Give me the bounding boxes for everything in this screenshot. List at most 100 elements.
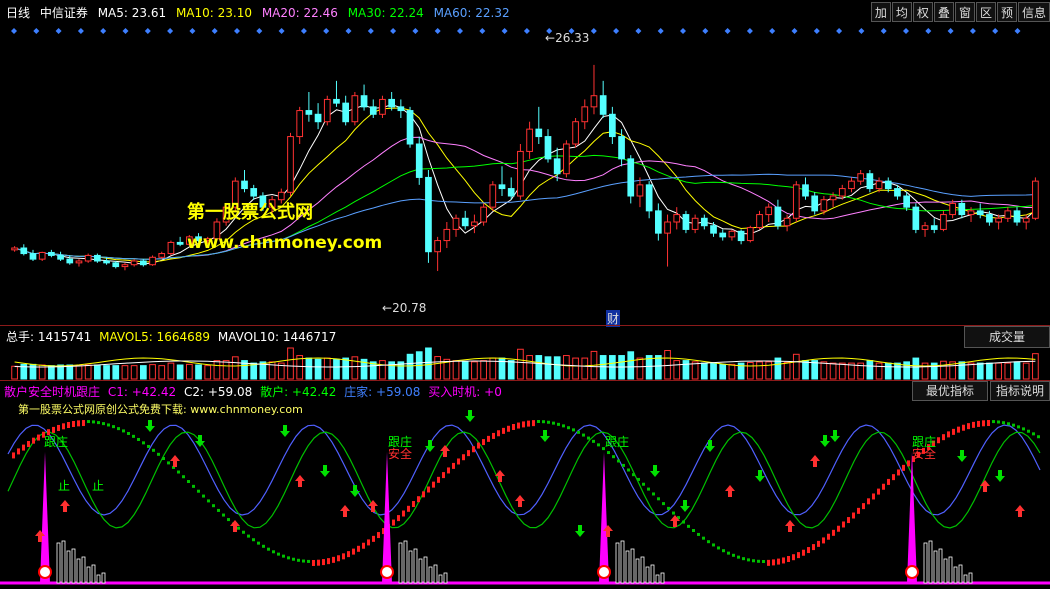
trend-down-marker [127, 431, 130, 435]
indicator-name[interactable]: 散户安全时机跟庄 [4, 385, 100, 399]
volume-bar [287, 347, 294, 380]
trend-down-marker [272, 550, 275, 554]
indicator-header: 散户安全时机跟庄 C1: +42.42 C2: +59.08 散户: +42.4… [4, 383, 502, 400]
trend-down-marker [682, 520, 685, 524]
candle-body [158, 253, 166, 258]
event-diamond-marker [457, 28, 463, 34]
sell-arrow [465, 410, 475, 422]
watermark-url: www.chnmoney.com [187, 233, 383, 253]
candle-body [287, 136, 294, 193]
buy-arrow [60, 500, 70, 512]
signal-volume-bar [968, 572, 973, 584]
trend-down-marker [582, 433, 585, 437]
candle-body [792, 184, 800, 219]
candle-body [710, 225, 717, 234]
signal-volume-bar [655, 574, 660, 584]
trend-down-marker [1012, 423, 1015, 427]
volume-bar [323, 357, 331, 380]
buy-signal-dot [597, 565, 611, 579]
signal-volume-bar [620, 540, 625, 584]
event-diamond-marker [434, 28, 441, 34]
volume-bar [719, 363, 727, 380]
signal-volume-bar [403, 540, 408, 584]
trend-up-marker [897, 469, 900, 476]
toolbar-button-info[interactable]: 信息 [1017, 2, 1050, 22]
candle-body [176, 241, 184, 245]
volume-bar [139, 365, 147, 380]
trend-down-marker [182, 475, 185, 479]
candle-body [774, 206, 782, 227]
event-diamond-marker [613, 28, 620, 34]
trend-up-marker [852, 512, 855, 519]
trend-up-marker [792, 554, 795, 561]
event-diamond-marker [167, 28, 174, 34]
chart-toolbar: 加 均 权 叠 窗 区 预 信息 [870, 2, 1050, 22]
signal-volume-bar [76, 558, 81, 584]
event-diamond-marker [836, 28, 843, 34]
trend-up-marker [392, 519, 395, 526]
best-indicator-button[interactable]: 最优指标 [912, 381, 988, 401]
candle-body [1032, 180, 1039, 219]
volume-bar [167, 362, 175, 380]
toolbar-button-add[interactable]: 加 [870, 2, 891, 22]
sell-arrow [680, 500, 690, 512]
period-label[interactable]: 日线 [6, 6, 30, 20]
candle-body [783, 217, 791, 227]
trend-up-marker [442, 472, 445, 479]
volume-bar [351, 356, 359, 380]
toolbar-button-overlay[interactable]: 叠 [933, 2, 954, 22]
signal-label-follow: 跟庄 [605, 434, 629, 449]
trend-down-marker [87, 420, 90, 424]
event-diamond-marker [702, 28, 709, 34]
buy-signal-spike [40, 452, 50, 583]
volume-bar [710, 362, 717, 380]
candle-body [461, 217, 469, 227]
trend-down-marker [102, 422, 105, 426]
event-diamond-marker [680, 28, 686, 34]
candle-body [526, 128, 533, 152]
trend-down-marker [282, 554, 285, 558]
volume-bar [636, 357, 644, 380]
trend-up-marker [777, 558, 780, 565]
toolbar-button-average[interactable]: 均 [891, 2, 912, 22]
candle-body [489, 184, 497, 208]
trend-down-marker [687, 524, 690, 528]
signal-volume-bar [948, 556, 953, 584]
banker-line [7, 424, 1041, 516]
trend-down-marker [202, 494, 205, 498]
trend-up-marker [367, 539, 370, 546]
signal-volume-bar [660, 572, 665, 584]
trend-down-marker [597, 443, 600, 447]
toolbar-button-forecast[interactable]: 预 [996, 2, 1017, 22]
trend-up-marker [397, 515, 400, 522]
trend-up-marker [452, 462, 455, 469]
candle-body [149, 256, 156, 266]
buy-arrow [810, 455, 820, 467]
signal-label-follow: 跟庄 [44, 434, 68, 449]
trend-up-marker [327, 558, 330, 565]
event-diamond-marker [769, 28, 776, 34]
volume-bar [471, 361, 478, 380]
trend-down-marker [762, 559, 765, 563]
toolbar-button-rights[interactable]: 权 [912, 2, 933, 22]
volume-bar [894, 362, 901, 380]
volume-bar [333, 358, 340, 380]
trend-down-marker [97, 421, 100, 425]
trend-up-marker [477, 442, 480, 449]
toolbar-button-window[interactable]: 窗 [954, 2, 975, 22]
toolbar-button-range[interactable]: 区 [975, 2, 996, 22]
sell-arrow [995, 470, 1005, 482]
volume-bar [728, 363, 736, 380]
buy-arrow [1015, 505, 1025, 517]
volume-bar [884, 362, 892, 380]
trend-up-marker [877, 488, 880, 495]
indicator-help-button[interactable]: 指标说明 [990, 381, 1050, 401]
trend-down-marker [222, 513, 225, 517]
sell-arrow [540, 430, 550, 442]
trend-down-marker [992, 420, 995, 424]
trend-down-marker [662, 502, 665, 506]
volume-bar [912, 357, 920, 380]
volume-indicator-button[interactable]: 成交量 [964, 326, 1050, 348]
trend-down-marker [612, 455, 615, 459]
trend-up-marker [402, 510, 405, 517]
